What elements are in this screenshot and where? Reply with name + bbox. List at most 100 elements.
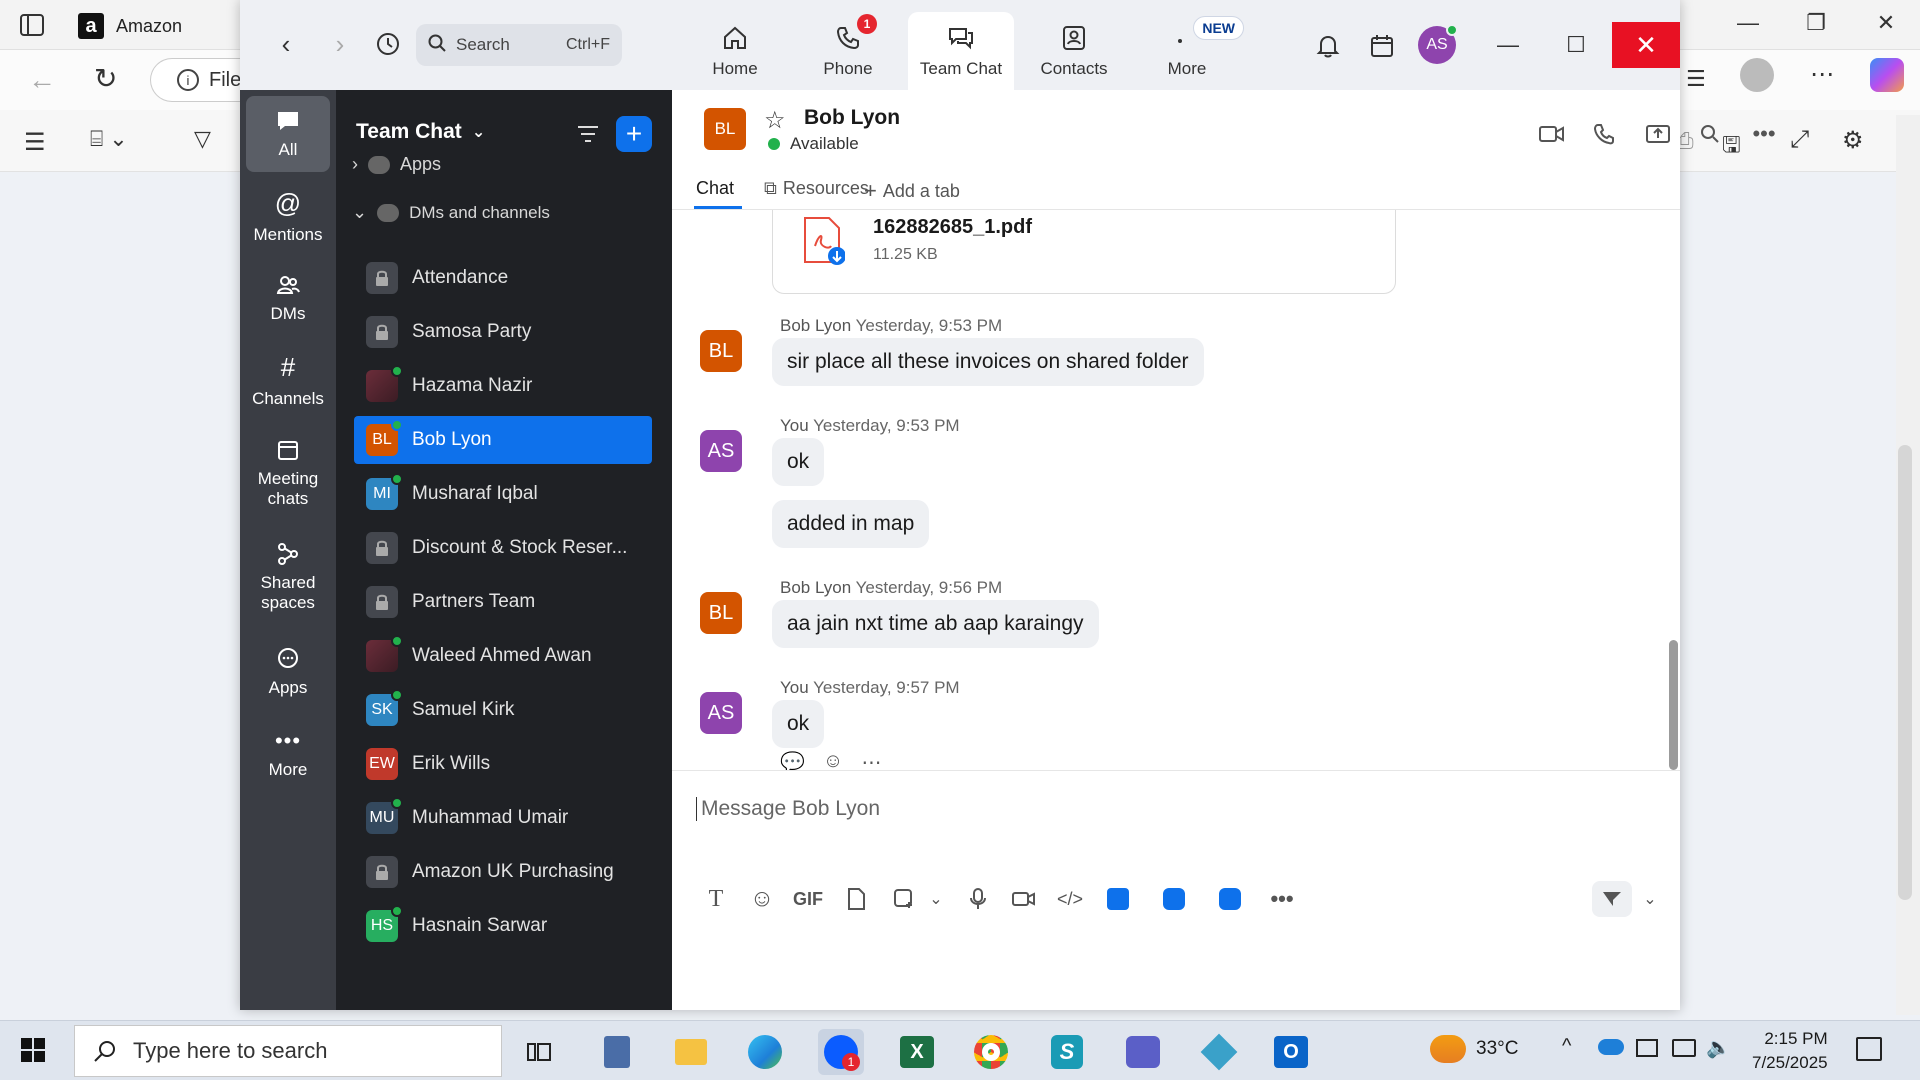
history-icon[interactable] xyxy=(366,22,410,66)
back-icon[interactable]: ← xyxy=(28,64,56,96)
copilot-icon[interactable] xyxy=(1870,58,1904,92)
filter-icon[interactable] xyxy=(572,118,604,150)
browser-minimize-icon[interactable]: — xyxy=(1728,10,1768,36)
channel-item[interactable]: Samosa Party xyxy=(354,308,652,356)
rail-item-dms[interactable]: DMs xyxy=(246,262,330,334)
zoom-app-icon[interactable]: 1 xyxy=(818,1029,864,1075)
channel-item[interactable]: Partners Team xyxy=(354,578,652,626)
taskbar-search[interactable]: Type here to search xyxy=(74,1025,502,1077)
teams-app-icon[interactable] xyxy=(1120,1029,1166,1075)
message-bubble[interactable]: sir place all these invoices on shared f… xyxy=(772,338,1204,386)
rail-item-mentions[interactable]: @ Mentions xyxy=(246,180,330,252)
tab-chat[interactable]: Chat xyxy=(696,178,734,199)
code-snippet-icon[interactable]: </> xyxy=(1052,881,1088,917)
draw-icon[interactable]: ▽ xyxy=(194,126,211,152)
rail-item-meeting-chats[interactable]: Meeting chats xyxy=(246,426,330,520)
docs-app-icon[interactable] xyxy=(1212,881,1248,917)
show-hidden-icons-chevron-icon[interactable]: ^ xyxy=(1562,1035,1571,1058)
section-dms-channels[interactable]: ⌄ DMs and channels xyxy=(352,202,550,223)
chat-scroll-thumb[interactable] xyxy=(1669,640,1678,770)
windows-start-icon[interactable] xyxy=(20,1037,46,1068)
emoji-icon[interactable]: ☺ xyxy=(744,881,780,917)
tab-contacts[interactable]: Contacts xyxy=(1021,12,1127,90)
browser-tab[interactable]: a Amazon xyxy=(78,10,236,42)
reply-icon[interactable]: 💬 xyxy=(780,750,805,770)
video-message-icon[interactable] xyxy=(1006,881,1042,917)
channel-item[interactable]: MI Musharaf Iqbal xyxy=(354,470,652,518)
clock[interactable]: 2:15 PM 7/25/2025 xyxy=(1752,1027,1828,1075)
contact-name[interactable]: Bob Lyon xyxy=(804,106,900,130)
rail-item-more[interactable]: ••• More xyxy=(246,718,330,790)
text-format-icon[interactable]: T xyxy=(698,881,734,917)
star-icon[interactable]: ☆ xyxy=(764,106,786,135)
team-chat-dropdown[interactable]: Team Chat ⌄ xyxy=(356,120,485,144)
send-button[interactable] xyxy=(1592,881,1632,917)
channel-item[interactable]: BL Bob Lyon xyxy=(354,416,652,464)
message-input[interactable]: Message Bob Lyon xyxy=(696,797,880,821)
minimize-button[interactable]: — xyxy=(1480,22,1536,68)
share-screen-icon[interactable] xyxy=(1640,116,1676,152)
channel-item[interactable]: SK Samuel Kirk xyxy=(354,686,652,734)
tab-team-chat[interactable]: Team Chat xyxy=(908,12,1014,90)
message-bubble[interactable]: ok xyxy=(772,700,825,748)
sender-avatar[interactable]: AS xyxy=(700,430,742,472)
tab-more[interactable]: More NEW xyxy=(1134,12,1244,90)
search-chat-icon[interactable] xyxy=(1692,116,1728,152)
profile-avatar[interactable] xyxy=(1740,58,1774,92)
rail-item-all[interactable]: All xyxy=(246,96,330,172)
channel-item[interactable]: Waleed Ahmed Awan xyxy=(354,632,652,680)
browser-close-icon[interactable]: ✕ xyxy=(1866,10,1906,36)
notes-app-icon[interactable] xyxy=(1100,881,1136,917)
fullscreen-icon[interactable]: ⤢ xyxy=(1790,126,1809,154)
contents-icon[interactable]: ☰ xyxy=(24,128,46,157)
channel-item[interactable]: MU Muhammad Umair xyxy=(354,794,652,842)
new-chat-button[interactable]: + xyxy=(616,116,652,152)
sender-name[interactable]: Bob Lyon xyxy=(780,578,851,597)
chevron-down-icon[interactable]: ⌄ xyxy=(918,881,954,917)
channel-item[interactable]: EW Erik Wills xyxy=(354,740,652,788)
edge-browser-icon[interactable] xyxy=(742,1029,788,1075)
tab-home[interactable]: Home xyxy=(682,12,788,90)
file-icon[interactable] xyxy=(838,881,874,917)
chrome-browser-icon[interactable] xyxy=(968,1029,1014,1075)
channel-item[interactable]: HS Hasnain Sarwar xyxy=(354,902,652,950)
settings-icon[interactable]: ⚙ xyxy=(1842,126,1864,155)
gif-button[interactable]: GIF xyxy=(790,881,826,917)
video-call-icon[interactable] xyxy=(1534,116,1570,152)
send-options-chevron-icon[interactable]: ⌄ xyxy=(1632,881,1668,917)
channel-item[interactable]: Attendance xyxy=(354,254,652,302)
volume-icon[interactable]: 🔈 xyxy=(1706,1035,1731,1060)
message-bubble[interactable]: ok xyxy=(772,438,825,486)
rail-item-channels[interactable]: # Channels xyxy=(246,344,330,416)
tab-phone[interactable]: Phone 1 xyxy=(795,12,901,90)
notifications-bell-icon[interactable] xyxy=(1310,28,1346,64)
diamond-app-icon[interactable] xyxy=(1196,1029,1242,1075)
message-bubble[interactable]: added in map xyxy=(772,500,930,548)
file-name[interactable]: 162882685_1.pdf xyxy=(873,216,1032,239)
notification-center-icon[interactable] xyxy=(1856,1037,1882,1061)
back-arrow-icon[interactable]: ‹ xyxy=(264,22,308,66)
channel-item[interactable]: Hazama Nazir xyxy=(354,362,652,410)
channel-item[interactable]: Amazon UK Purchasing xyxy=(354,848,652,896)
file-attachment[interactable]: 162882685_1.pdf 11.25 KB xyxy=(772,210,1396,294)
file-explorer-icon[interactable] xyxy=(668,1029,714,1075)
browser-scroll-thumb[interactable] xyxy=(1898,445,1912,900)
phone-call-icon[interactable] xyxy=(1586,116,1622,152)
tab-resources[interactable]: ⧉ Resources xyxy=(764,178,869,199)
search-input[interactable]: Search Ctrl+F xyxy=(416,24,622,66)
onedrive-cloud-icon[interactable] xyxy=(1598,1039,1624,1055)
maximize-button[interactable]: ☐ xyxy=(1548,22,1604,68)
screenshot-icon[interactable] xyxy=(886,881,922,917)
url-field[interactable]: i File xyxy=(150,58,246,102)
whiteboard-app-icon[interactable] xyxy=(1156,881,1192,917)
battery-icon[interactable] xyxy=(1636,1039,1658,1057)
sender-name[interactable]: Bob Lyon xyxy=(780,316,851,335)
app-s-icon[interactable]: S xyxy=(1044,1029,1090,1075)
message-more-icon[interactable]: ⋯ xyxy=(861,750,881,770)
microphone-icon[interactable] xyxy=(960,881,996,917)
sender-avatar[interactable]: BL xyxy=(700,592,742,634)
tab-actions-icon[interactable] xyxy=(20,14,44,41)
message-bubble[interactable]: aa jain nxt time ab aap karaingy xyxy=(772,600,1099,648)
add-reaction-icon[interactable]: ☺ xyxy=(823,750,843,770)
user-avatar[interactable]: AS xyxy=(1418,24,1458,64)
